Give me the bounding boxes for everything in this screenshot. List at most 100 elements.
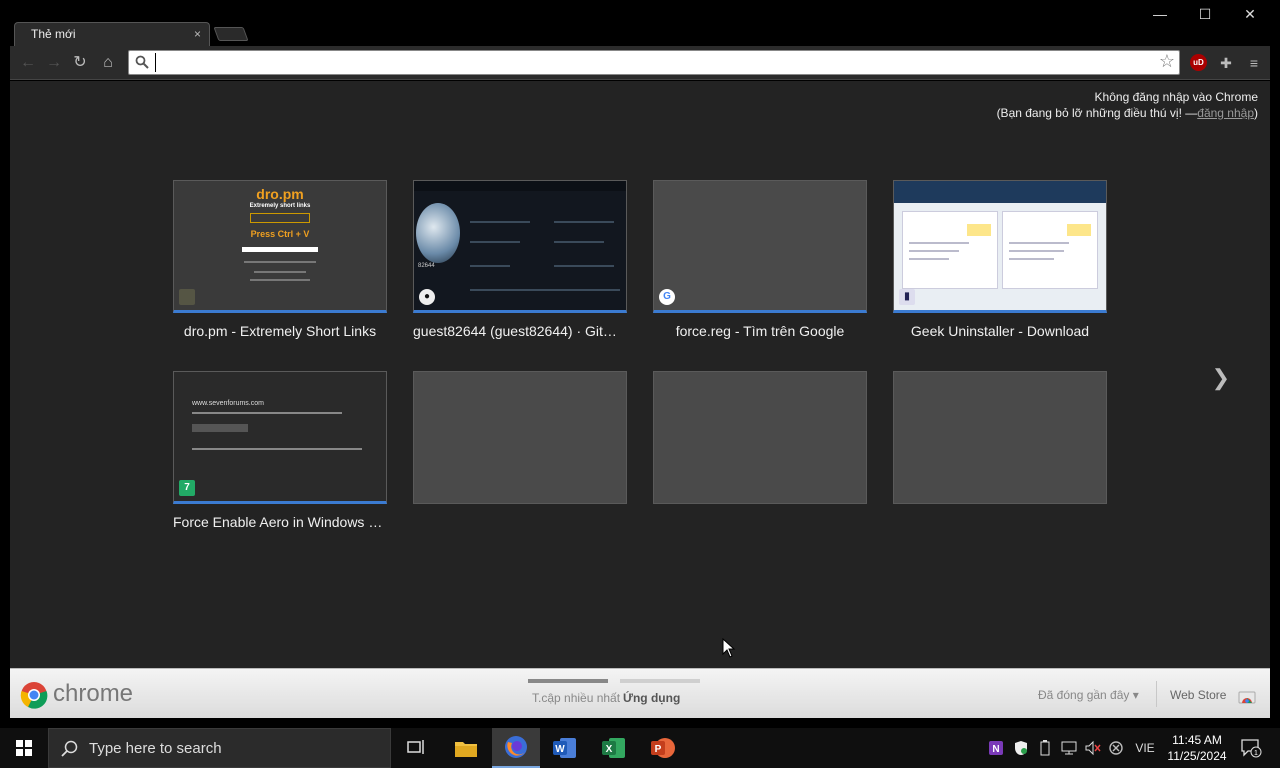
clock-date: 11/25/2024 xyxy=(1167,749,1227,763)
thumb-price xyxy=(1067,224,1091,236)
back-arrow-icon[interactable]: ← xyxy=(18,53,38,73)
signin-suffix: ) xyxy=(1254,106,1258,120)
thumb-header xyxy=(894,181,1106,203)
thumb-row xyxy=(554,241,604,243)
thumb-line xyxy=(909,258,949,260)
network-icon[interactable] xyxy=(1058,728,1080,768)
onenote-tray-icon[interactable]: N xyxy=(986,728,1006,768)
reload-icon[interactable]: ↻ xyxy=(70,53,90,73)
signin-prompt: (Bạn đang bỏ lỡ những điều thú vị! — xyxy=(996,106,1198,120)
signin-notice: Không đăng nhập vào Chrome (Bạn đang bỏ … xyxy=(997,89,1258,121)
task-view-icon[interactable] xyxy=(392,728,440,768)
minimize-button[interactable]: — xyxy=(1140,4,1180,24)
excel-icon[interactable]: X xyxy=(590,728,638,768)
thumb-box xyxy=(250,213,310,223)
new-tab-page: Không đăng nhập vào Chrome (Bạn đang bỏ … xyxy=(10,81,1270,668)
forward-arrow-icon[interactable]: → xyxy=(44,53,64,73)
input-language[interactable]: VIE xyxy=(1131,728,1159,768)
web-store-icon[interactable] xyxy=(1238,686,1256,704)
thumb-card xyxy=(902,211,998,289)
clock-time: 11:45 AM xyxy=(1172,733,1222,747)
most-visited-tile[interactable]: dro.pm Extremely short links Press Ctrl … xyxy=(173,180,387,339)
tab-most-visited[interactable]: T.cập nhiều nhất xyxy=(532,691,620,705)
chrome-wordmark: chrome xyxy=(53,680,134,707)
thumb-row xyxy=(470,265,510,267)
start-button[interactable] xyxy=(0,728,48,768)
thumb-row xyxy=(554,221,614,223)
empty-thumbnail xyxy=(413,371,627,504)
most-visited-tile[interactable]: 82644 ● guest82644 (guest82644) · GitHub xyxy=(413,180,627,339)
mouse-cursor-icon xyxy=(722,638,736,658)
thumb-card xyxy=(1002,211,1098,289)
svg-text:P: P xyxy=(655,744,662,755)
tray-close-icon[interactable] xyxy=(1106,728,1126,768)
windows-taskbar: Type here to search W X P N VIE 11:45 AM… xyxy=(0,728,1280,768)
thumb-line xyxy=(192,412,342,414)
empty-tile xyxy=(653,371,867,504)
most-visited-tile[interactable]: ▮ Geek Uninstaller - Download xyxy=(893,180,1107,339)
new-tab-button[interactable] xyxy=(213,27,249,41)
extensions-puzzle-icon[interactable]: ✚ xyxy=(1216,53,1236,73)
thumb-line xyxy=(1009,250,1064,252)
svg-text:X: X xyxy=(606,744,613,755)
next-page-arrow-icon[interactable]: ❯ xyxy=(1212,365,1230,391)
tile-thumbnail: www.sevenforums.com 7 xyxy=(173,371,387,504)
tab-apps[interactable]: Ứng dụng xyxy=(623,691,680,705)
geek-favicon-icon: ▮ xyxy=(899,289,915,305)
notification-count: 1 xyxy=(1254,750,1258,757)
home-icon[interactable]: ⌂ xyxy=(98,53,118,73)
tile-thumbnail: dro.pm Extremely short links Press Ctrl … xyxy=(173,180,387,313)
thumb-line xyxy=(1009,258,1054,260)
empty-thumbnail xyxy=(653,371,867,504)
tile-title: dro.pm - Extremely Short Links xyxy=(183,323,377,339)
file-explorer-icon[interactable] xyxy=(442,728,490,768)
page-indicator-most-visited[interactable] xyxy=(528,679,608,683)
word-icon[interactable]: W xyxy=(541,728,589,768)
address-input[interactable] xyxy=(155,53,1145,72)
sevenforums-favicon-icon: 7 xyxy=(179,480,195,496)
menu-icon[interactable]: ≡ xyxy=(1244,53,1264,73)
google-favicon-icon: G xyxy=(659,289,675,305)
most-visited-tile[interactable]: www.sevenforums.com 7 Force Enable Aero … xyxy=(173,371,387,530)
bookmark-star-icon[interactable]: ☆ xyxy=(1159,51,1175,72)
signin-link[interactable]: đăng nhập xyxy=(1197,106,1254,120)
signin-status: Không đăng nhập vào Chrome xyxy=(1094,90,1258,104)
toolbar: ← → ↻ ⌂ ☆ uD ✚ ≡ xyxy=(10,46,1270,80)
most-visited-tile[interactable]: G force.reg - Tìm trên Google xyxy=(653,180,867,339)
thumb-price xyxy=(967,224,991,236)
tile-title: force.reg - Tìm trên Google xyxy=(675,323,845,339)
tile-title: guest82644 (guest82644) · GitHub xyxy=(413,323,627,339)
firefox-icon[interactable] xyxy=(492,728,540,768)
recently-closed-menu[interactable]: Đã đóng gần đây ▾ xyxy=(1038,688,1139,702)
powerpoint-icon[interactable]: P xyxy=(639,728,687,768)
thumb-bar xyxy=(242,247,318,252)
battery-icon[interactable] xyxy=(1035,728,1055,768)
thumb-line xyxy=(244,261,316,263)
taskbar-search[interactable]: Type here to search xyxy=(48,728,391,768)
thumb-row xyxy=(470,221,530,223)
tab-new-tab[interactable]: Thẻ mới × xyxy=(14,22,210,46)
close-button[interactable]: ✕ xyxy=(1230,4,1270,24)
footer-divider xyxy=(1156,681,1157,707)
github-favicon-icon: ● xyxy=(419,289,435,305)
ublock-origin-icon[interactable]: uD xyxy=(1190,54,1207,71)
defender-tray-icon[interactable] xyxy=(1011,728,1031,768)
volume-muted-icon[interactable] xyxy=(1082,728,1104,768)
tab-close-icon[interactable]: × xyxy=(194,27,201,41)
thumb-line xyxy=(1009,242,1069,244)
thumb-domain: www.sevenforums.com xyxy=(192,400,264,407)
web-store-link[interactable]: Web Store xyxy=(1170,688,1226,702)
tile-title: Force Enable Aero in Windows 7 ... xyxy=(173,514,387,530)
title-bar: Thẻ mới × — ☐ ✕ xyxy=(0,0,1280,46)
page-indicator-apps[interactable] xyxy=(620,679,700,683)
empty-tile xyxy=(413,371,627,504)
omnibox[interactable]: ☆ xyxy=(128,50,1180,75)
notification-center-icon[interactable]: 1 xyxy=(1236,728,1266,768)
dro-favicon-icon xyxy=(179,289,195,305)
empty-tile xyxy=(893,371,1107,504)
maximize-button[interactable]: ☐ xyxy=(1185,4,1225,24)
system-clock[interactable]: 11:45 AM 11/25/2024 xyxy=(1160,732,1234,764)
thumb-row xyxy=(470,289,620,291)
tile-thumbnail: G xyxy=(653,180,867,313)
thumb-line xyxy=(909,250,959,252)
